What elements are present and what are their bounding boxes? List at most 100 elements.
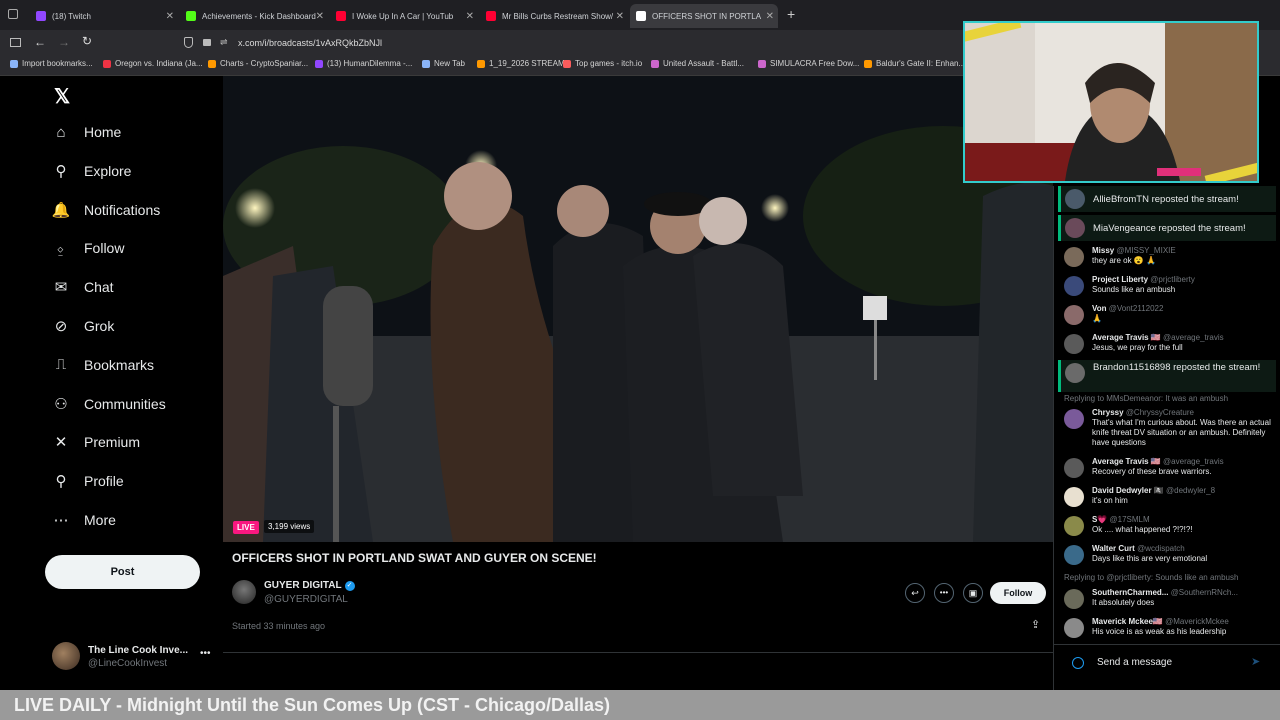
chat-message-body: S💗 @17SMLM Ok .... what happened ?!?!?!: [1092, 515, 1278, 535]
bookmark-item[interactable]: Top games - itch.io: [563, 59, 642, 68]
emoji-icon[interactable]: [1072, 657, 1084, 669]
sidebar-item-label: Chat: [84, 279, 114, 296]
avatar: [1065, 189, 1085, 209]
avatar: [1064, 305, 1084, 325]
avatar: [1064, 458, 1084, 478]
bookmark-item[interactable]: (13) HumanDilemma -...: [315, 59, 412, 68]
bookmark-icon: ⎍: [55, 356, 67, 374]
picture-in-picture-icon[interactable]: ▣: [963, 583, 983, 603]
chat-divider: [1054, 644, 1280, 645]
video-player[interactable]: LIVE 3,199 views: [223, 76, 1053, 542]
chat-username[interactable]: Missy: [1092, 246, 1114, 255]
more-icon[interactable]: •••: [200, 648, 211, 659]
x-sidebar: 𝕏 ⌂ Home ⚲ Explore 🔔 Notifications ⍚ Follow ✉ Cha…: [0, 76, 223, 690]
browser-tab[interactable]: I Woke Up In A Car | YouTub ✕: [330, 4, 478, 28]
shield-icon[interactable]: [184, 37, 193, 48]
sidebar-item-home[interactable]: ⌂ Home: [52, 123, 121, 141]
bookmark-item[interactable]: Oregon vs. Indiana (Ja...: [103, 59, 203, 68]
bookmark-item[interactable]: Import bookmarks...: [10, 59, 93, 68]
chat-message-body: David Dedwyler 🏴‍☠️ @dedwyler_8 it's on h…: [1092, 486, 1278, 506]
sidebar-toggle-icon[interactable]: [10, 38, 21, 47]
bookmark-item[interactable]: Charts - CryptoSpaniar...: [208, 59, 308, 68]
close-icon[interactable]: ✕: [166, 11, 174, 22]
send-message-input[interactable]: Send a message: [1097, 657, 1247, 668]
chat-text: That's what I'm curious about. Was there…: [1092, 418, 1271, 447]
reload-icon[interactable]: ↻: [82, 34, 92, 48]
bookmark-favicon-icon: [422, 59, 430, 68]
sidebar-item-chat[interactable]: ✉ Chat: [52, 278, 114, 296]
channel-avatar[interactable]: [232, 580, 256, 604]
chat-username[interactable]: Maverick Mckee🇺🇸: [1092, 617, 1163, 626]
chat-username[interactable]: Project Liberty: [1092, 275, 1148, 284]
bookmark-item[interactable]: SIMULACRA Free Dow...: [758, 59, 859, 68]
browser-tab[interactable]: Achievements - Kick Dashboard ✕: [180, 4, 328, 28]
chat-message-body: SouthernCharmed... @SouthernRNch... It ab…: [1092, 588, 1278, 608]
verified-icon: ✓: [344, 580, 355, 591]
chat-username[interactable]: SouthernCharmed...: [1092, 588, 1168, 597]
bookmark-favicon-icon: [103, 59, 111, 68]
lock-icon[interactable]: [203, 39, 211, 46]
bookmark-item[interactable]: United Assault - Battl...: [651, 59, 744, 68]
chat-username[interactable]: Von: [1092, 304, 1107, 313]
search-icon: ⚲: [55, 162, 67, 180]
chat-text: they are ok 😮 🙏: [1092, 256, 1156, 265]
url-field[interactable]: x.com/i/broadcasts/1vAxRQkbZbNJl: [238, 34, 382, 52]
add-user-icon: ⍚: [56, 239, 66, 257]
chat-text: Recovery of these brave warriors.: [1092, 467, 1212, 476]
follow-button[interactable]: Follow: [990, 582, 1046, 604]
avatar: [1064, 545, 1084, 565]
sidebar-item-grok[interactable]: ⊘ Grok: [52, 317, 115, 335]
sidebar-item-follow[interactable]: ⍚ Follow: [52, 239, 124, 257]
browser-tab-active[interactable]: OFFICERS SHOT IN PORTLA ✕: [630, 4, 778, 28]
sidebar-item-notifications[interactable]: 🔔 Notifications: [52, 201, 161, 219]
bookmark-label: Charts - CryptoSpaniar...: [220, 59, 309, 68]
sidebar-item-more[interactable]: ⋯ More: [52, 511, 116, 529]
sidebar-item-communities[interactable]: ⚇ Communities: [52, 395, 166, 413]
sidebar-item-bookmarks[interactable]: ⎍ Bookmarks: [52, 356, 154, 374]
channel-name-row[interactable]: GUYER DIGITAL ✓: [264, 580, 355, 591]
view-count: 3,199 views: [264, 520, 315, 533]
close-icon[interactable]: ✕: [616, 11, 624, 22]
bookmark-label: Import bookmarks...: [22, 59, 93, 68]
bookmark-item[interactable]: 1_19_2026 STREAM: [477, 59, 565, 68]
chat-message-body: Average Travis 🇺🇸 @average_travis Jesus, …: [1092, 333, 1278, 353]
bookmark-item[interactable]: New Tab: [422, 59, 465, 68]
share-icon[interactable]: ⇪: [1031, 618, 1040, 631]
close-icon[interactable]: ✕: [766, 11, 774, 22]
site-info-icon[interactable]: ⇌: [220, 37, 228, 48]
account-switcher[interactable]: The Line Cook Inve... @LineCookInvest ••…: [52, 642, 217, 672]
broadcast-info: OFFICERS SHOT IN PORTLAND SWAT AND GUYER…: [223, 542, 1053, 690]
back-icon[interactable]: ←: [34, 35, 46, 49]
x-icon: ✕: [54, 434, 68, 452]
forward-icon[interactable]: →: [58, 35, 70, 49]
chat-username[interactable]: Average Travis 🇺🇸: [1092, 457, 1161, 466]
new-tab-button[interactable]: +: [787, 6, 795, 22]
reply-icon[interactable]: ↩: [905, 583, 925, 603]
chat-username[interactable]: Chryssy: [1092, 408, 1124, 417]
window-menu-icon[interactable]: [8, 9, 18, 19]
account-handle: @LineCookInvest: [88, 658, 168, 669]
live-badge: LIVE: [233, 521, 259, 534]
sidebar-item-premium[interactable]: ✕ Premium: [52, 433, 140, 451]
browser-tab[interactable]: (18) Twitch ✕: [30, 4, 178, 28]
sidebar-item-explore[interactable]: ⚲ Explore: [52, 162, 132, 180]
close-icon[interactable]: ✕: [466, 11, 474, 22]
chat-message-body: Average Travis 🇺🇸 @average_travis Recover…: [1092, 457, 1278, 477]
close-icon[interactable]: ✕: [316, 11, 324, 22]
sidebar-item-label: Explore: [84, 162, 132, 179]
channel-name[interactable]: GUYER DIGITAL: [264, 580, 342, 591]
bookmark-item[interactable]: Baldur's Gate II: Enhan...: [864, 59, 965, 68]
chat-username[interactable]: S💗: [1092, 515, 1107, 524]
chat-username[interactable]: Walter Curt: [1092, 544, 1135, 553]
x-logo-icon[interactable]: 𝕏: [54, 84, 70, 109]
browser-tab[interactable]: Mr Bills Curbs Restream Show/✕: [480, 4, 628, 28]
more-icon[interactable]: •••: [934, 583, 954, 603]
chat-repost-notice: MiaVengeance reposted the stream!: [1058, 215, 1276, 241]
sidebar-item-label: Communities: [84, 395, 166, 412]
chat-username[interactable]: Average Travis 🇺🇸: [1092, 333, 1161, 342]
sidebar-item-profile[interactable]: ⚲ Profile: [52, 472, 124, 490]
send-icon[interactable]: ➤: [1251, 655, 1260, 668]
bookmark-favicon-icon: [10, 59, 18, 68]
post-button[interactable]: Post: [45, 555, 200, 589]
chat-username[interactable]: David Dedwyler 🏴‍☠️: [1092, 486, 1164, 495]
